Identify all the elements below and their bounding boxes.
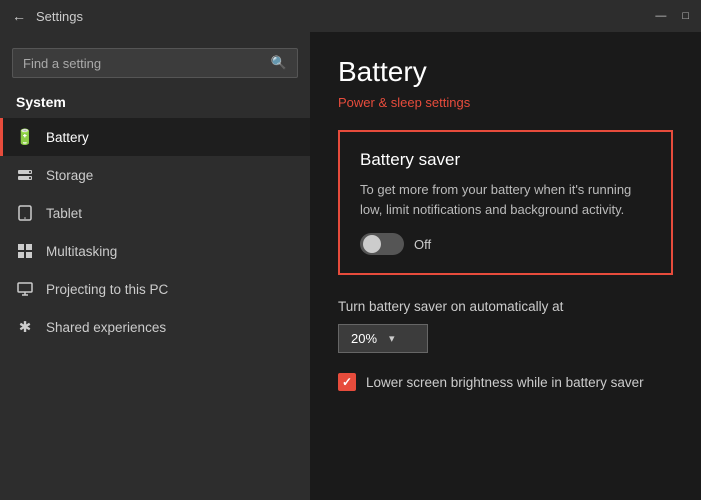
shared-icon: ✱	[16, 318, 34, 336]
multitasking-icon	[16, 242, 34, 260]
nav-label-battery: Battery	[46, 130, 89, 145]
search-icon: 🔍	[271, 55, 287, 71]
sidebar-item-projecting[interactable]: Projecting to this PC	[0, 270, 310, 308]
window-controls: — □	[655, 10, 689, 22]
toggle-knob	[363, 235, 381, 253]
nav-label-projecting: Projecting to this PC	[46, 282, 168, 297]
sidebar-item-storage[interactable]: Storage	[0, 156, 310, 194]
tablet-icon	[16, 204, 34, 222]
auto-saver-label: Turn battery saver on automatically at	[338, 299, 673, 314]
main-layout: 🔍 System 🔋 Battery Storage	[0, 32, 701, 500]
search-box[interactable]: 🔍	[12, 48, 298, 78]
nav-label-tablet: Tablet	[46, 206, 82, 221]
title-bar: ← Settings — □	[0, 0, 701, 32]
brightness-checkbox-label: Lower screen brightness while in battery…	[366, 375, 644, 390]
content-area: Battery Power & sleep settings Battery s…	[310, 32, 701, 500]
back-button[interactable]: ←	[12, 8, 26, 24]
page-title: Battery	[338, 56, 673, 88]
toggle-row: Off	[360, 233, 651, 255]
auto-saver-section: Turn battery saver on automatically at 2…	[338, 299, 673, 353]
brightness-checkbox[interactable]: ✓	[338, 373, 356, 391]
battery-saver-toggle[interactable]	[360, 233, 404, 255]
window-title: Settings	[36, 9, 83, 24]
chevron-down-icon: ▾	[389, 332, 395, 345]
nav-label-shared: Shared experiences	[46, 320, 166, 335]
sidebar-item-battery[interactable]: 🔋 Battery	[0, 118, 310, 156]
sidebar-item-shared[interactable]: ✱ Shared experiences	[0, 308, 310, 346]
nav-label-multitasking: Multitasking	[46, 244, 117, 259]
toggle-off-label: Off	[414, 237, 431, 252]
checkmark-icon: ✓	[342, 375, 352, 389]
power-sleep-link[interactable]: Power & sleep settings	[338, 95, 470, 110]
search-input[interactable]	[23, 56, 263, 71]
sidebar: 🔍 System 🔋 Battery Storage	[0, 32, 310, 500]
dropdown-value: 20%	[351, 331, 377, 346]
section-label: System	[0, 90, 310, 118]
maximize-button[interactable]: □	[682, 10, 689, 22]
storage-icon	[16, 166, 34, 184]
battery-saver-title: Battery saver	[360, 150, 651, 170]
projecting-icon	[16, 280, 34, 298]
battery-saver-card: Battery saver To get more from your batt…	[338, 130, 673, 275]
sidebar-item-multitasking[interactable]: Multitasking	[0, 232, 310, 270]
nav-label-storage: Storage	[46, 168, 93, 183]
battery-saver-description: To get more from your battery when it's …	[360, 180, 651, 219]
brightness-checkbox-row: ✓ Lower screen brightness while in batte…	[338, 373, 673, 391]
percentage-dropdown[interactable]: 20% ▾	[338, 324, 428, 353]
sidebar-item-tablet[interactable]: Tablet	[0, 194, 310, 232]
minimize-button[interactable]: —	[655, 10, 666, 22]
battery-icon: 🔋	[16, 128, 34, 146]
